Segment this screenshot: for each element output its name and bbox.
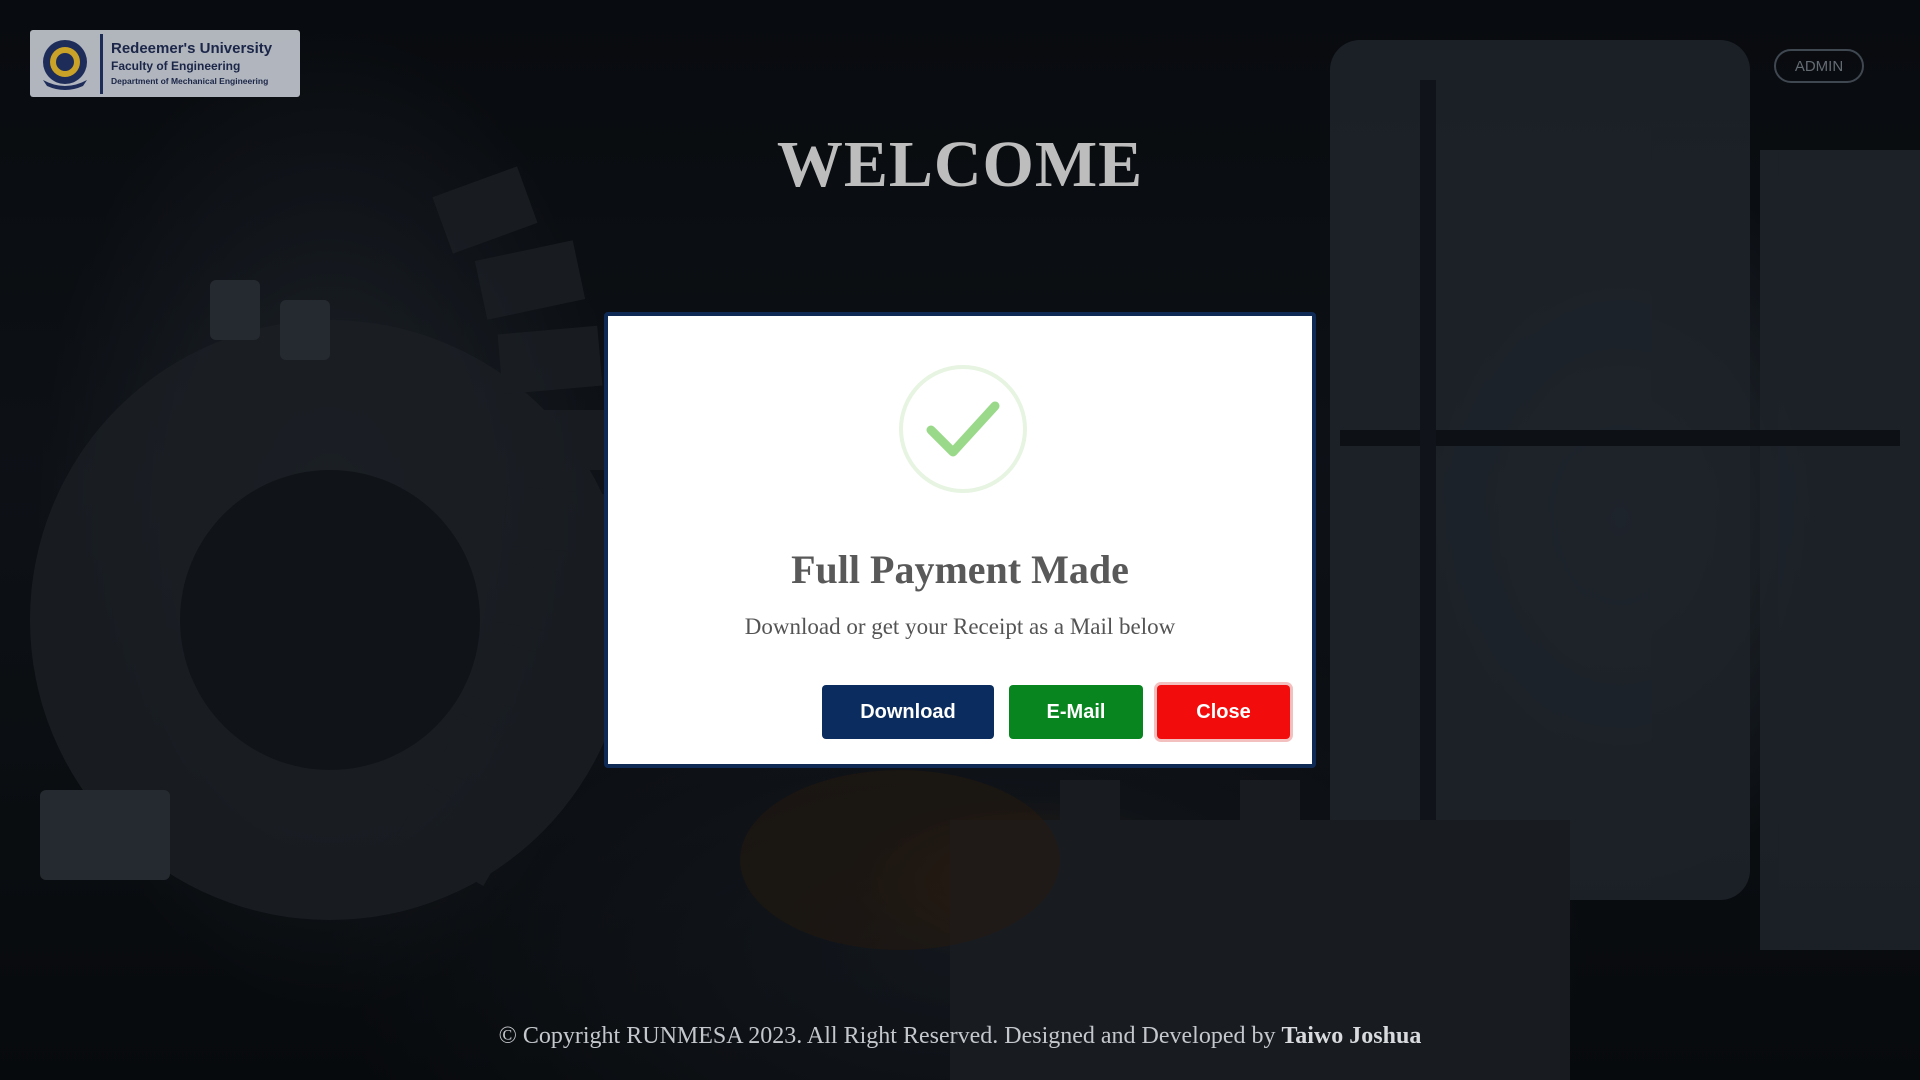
logo-divider (100, 33, 103, 94)
footer-text: © Copyright RUNMESA 2023. All Right Rese… (498, 1023, 1276, 1049)
admin-button[interactable]: ADMIN (1774, 49, 1864, 83)
modal-message: Download or get your Receipt as a Mail b… (744, 614, 1176, 639)
university-name: Redeemer's University (111, 40, 273, 57)
footer-author: Taiwo Joshua (1281, 1023, 1422, 1049)
faculty-name: Faculty of Engineering (111, 59, 241, 73)
crest-icon (30, 34, 100, 94)
footer-copyright: © Copyright RUNMESA 2023. All Right Rese… (0, 1020, 1920, 1052)
university-logo[interactable]: Redeemer's University Faculty of Enginee… (30, 30, 300, 97)
close-button[interactable]: Close (1157, 685, 1290, 739)
payment-success-modal: Full Payment Made Download or get your R… (604, 312, 1316, 768)
welcome-heading: WELCOME (776, 128, 1144, 201)
check-circle-icon (899, 365, 1027, 493)
department-name: Department of Mechanical Engineering (111, 76, 269, 86)
modal-title: Full Payment Made (791, 547, 1129, 592)
email-button[interactable]: E-Mail (1009, 685, 1143, 739)
download-button[interactable]: Download (822, 685, 994, 739)
